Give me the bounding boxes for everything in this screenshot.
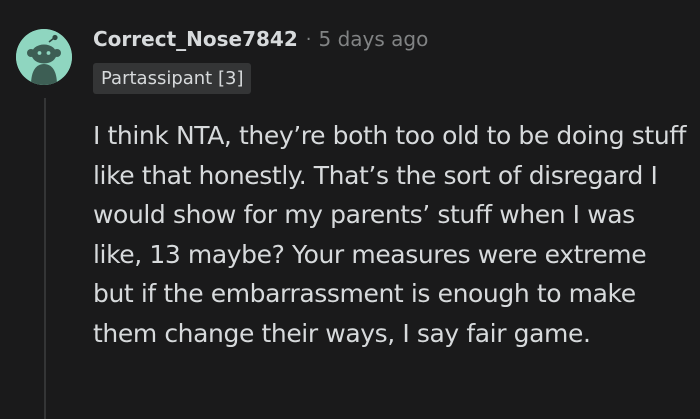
snoo-avatar-icon	[16, 29, 72, 85]
username-link[interactable]: Correct_Nose7842	[93, 27, 298, 51]
flair-label: Partassipant [3]	[101, 68, 244, 89]
user-avatar[interactable]	[16, 29, 72, 85]
user-flair-badge: Partassipant [3]	[93, 63, 252, 94]
comment-meta: Correct_Nose7842 · 5 days ago	[93, 24, 428, 54]
timestamp-link[interactable]: 5 days ago	[318, 27, 428, 51]
thread-line[interactable]	[44, 98, 46, 419]
meta-separator: ·	[305, 28, 312, 50]
comment-body: I think NTA, they’re both too old to be …	[93, 121, 687, 348]
